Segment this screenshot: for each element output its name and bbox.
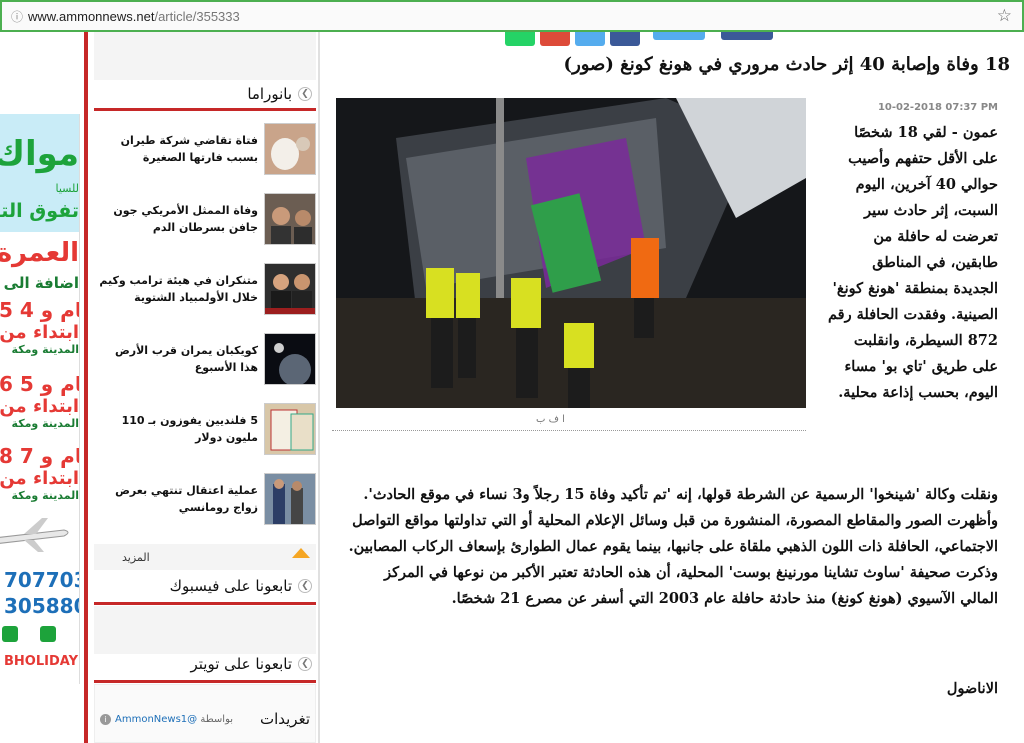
arrow-up-icon[interactable] <box>292 548 310 558</box>
article-source: الاناضول <box>946 680 998 697</box>
caption-divider <box>332 430 806 431</box>
news-item-title[interactable]: متنكران في هيئة ترامب وكيم خلال الأولمبي… <box>98 272 258 306</box>
airplane-icon <box>0 518 69 552</box>
whatsapp-share-icon[interactable] <box>505 32 535 46</box>
news-item[interactable]: متنكران في هيئة ترامب وكيم خلال الأولمبي… <box>94 258 316 320</box>
ad-offer-route: المدينة ومكة <box>11 343 79 356</box>
section-divider <box>94 108 316 111</box>
ad-offer-days: 6 ايام و 5 <box>0 372 79 396</box>
url-text[interactable]: www.ammonnews.net/article/355333 <box>28 9 240 24</box>
page-info-icon[interactable]: ⓘ <box>6 5 28 27</box>
facebook-like-button[interactable] <box>721 32 773 40</box>
ad-phone[interactable]: 305880 <box>4 594 79 618</box>
twitter-follow-label: تابعونا على تويتر <box>190 655 292 673</box>
whatsapp-icon[interactable] <box>2 626 18 642</box>
news-item[interactable]: عملية اعتقال تنتهي بعرض زواج رومانسي <box>94 468 316 530</box>
news-item[interactable]: فتاة تقاضي شركة طيران بسبب فارتها الصغير… <box>94 118 316 180</box>
more-label[interactable]: المزيد <box>122 551 150 564</box>
bookmark-star-icon[interactable]: ☆ <box>997 6 1012 26</box>
chevron-left-icon[interactable]: ❮ <box>298 657 312 671</box>
ad-offer-from: ابتداء من <box>0 396 79 417</box>
news-item-title[interactable]: وفاة الممثل الأمريكي جون جافن بسرطان الد… <box>98 202 258 236</box>
news-thumbnail[interactable] <box>264 123 316 175</box>
tweets-label: تغريدات <box>259 710 310 728</box>
ad-addition: اضافة الى <box>3 274 79 292</box>
news-item-title[interactable]: 5 فلنديين يفوزون بـ 110 مليون دولار <box>98 412 258 446</box>
news-item-title[interactable]: عملية اعتقال تنتهي بعرض زواج رومانسي <box>98 482 258 516</box>
google-plus-share-icon[interactable] <box>540 32 570 46</box>
more-button[interactable]: المزيد <box>94 544 316 570</box>
ad-brand: مواك <box>0 134 79 174</box>
article-photo[interactable] <box>336 98 806 408</box>
instagram-icon[interactable] <box>40 626 56 642</box>
url-host: www.ammonnews.net <box>28 8 155 24</box>
facebook-share-icon[interactable] <box>610 32 640 46</box>
ad-phone[interactable]: 707703 <box>4 568 79 592</box>
news-thumbnail[interactable] <box>264 333 316 385</box>
twitter-account-link[interactable]: @AmmonNews1 <box>115 714 197 725</box>
column-divider <box>318 32 320 743</box>
panorama-label: بانوراما <box>247 85 292 103</box>
browser-address-bar[interactable]: ⓘ www.ammonnews.net/article/355333 ☆ <box>0 0 1024 32</box>
article-intro: عمون - لقي 18 شخصًا على الأقل حتفهم وأصي… <box>828 124 998 401</box>
facebook-follow-header[interactable]: تابعونا على فيسبوك ❮ <box>94 572 316 600</box>
tweets-by[interactable]: بواسطة @AmmonNews1 i <box>100 713 234 725</box>
ad-offer: 8 ايام و 7 ابتداء من المدينة ومكة <box>0 444 79 502</box>
tweets-by-label: بواسطة <box>200 713 234 725</box>
article-date: 10-02-2018 07:37 PM <box>877 102 998 113</box>
section-divider <box>94 602 316 605</box>
ad-slogan: تفوق التو <box>0 200 79 222</box>
ad-offer: 6 ايام و 5 ابتداء من المدينة ومكة <box>0 372 79 430</box>
page-frame-border <box>84 32 88 743</box>
chevron-left-icon[interactable]: ❮ <box>298 87 312 101</box>
ad-offer-route: المدينة ومكة <box>11 489 79 502</box>
ad-offer: 5 ايام و 4 ابتداء من المدينة ومكة <box>0 298 79 356</box>
news-item[interactable]: كويكبان يمران قرب الأرض هذا الأسبوع <box>94 328 316 390</box>
news-item-title[interactable]: فتاة تقاضي شركة طيران بسبب فارتها الصغير… <box>98 132 258 166</box>
chevron-left-icon[interactable]: ❮ <box>298 579 312 593</box>
ad-offer-days: 8 ايام و 7 <box>0 444 79 468</box>
tweets-header[interactable]: تغريدات بواسطة @AmmonNews1 i <box>94 704 316 734</box>
photo-caption: ا ف ب <box>536 414 565 425</box>
twitter-share-icon[interactable] <box>575 32 605 46</box>
ad-holidays: BHOLIDAYS <box>4 654 80 669</box>
ad-offer-from: ابتداء من <box>0 468 79 489</box>
sidebar-top-box <box>94 32 316 80</box>
news-thumbnail[interactable] <box>264 193 316 245</box>
article-body: ونقلت وكالة 'شينخوا' الرسمية عن الشرطة ق… <box>348 486 998 607</box>
sidebar: بانوراما ❮ فتاة تقاضي شركة طيران بسبب فا… <box>92 32 316 743</box>
info-icon[interactable]: i <box>100 713 111 725</box>
article-title: 18 وفاة وإصابة 40 إثر حادث مروري في هونغ… <box>563 54 1010 75</box>
news-item[interactable]: 5 فلنديين يفوزون بـ 110 مليون دولار <box>94 398 316 460</box>
travel-advertisement[interactable]: مواك للسيا تفوق التو العمرة اضافة الى 5 … <box>0 114 80 684</box>
news-thumbnail[interactable] <box>264 263 316 315</box>
panorama-header[interactable]: بانوراما ❮ <box>94 80 316 108</box>
news-item-title[interactable]: كويكبان يمران قرب الأرض هذا الأسبوع <box>98 342 258 376</box>
share-buttons <box>505 32 773 46</box>
facebook-follow-label: تابعونا على فيسبوك <box>169 577 292 595</box>
news-item[interactable]: وفاة الممثل الأمريكي جون جافن بسرطان الد… <box>94 188 316 250</box>
ad-offer-days: 5 ايام و 4 <box>0 298 79 322</box>
ad-umrah: العمرة <box>0 238 79 268</box>
ad-offer-from: ابتداء من <box>0 322 79 343</box>
ad-offer-route: المدينة ومكة <box>11 417 79 430</box>
article: 18 وفاة وإصابة 40 إثر حادث مروري في هونغ… <box>330 32 1024 743</box>
twitter-follow-header[interactable]: تابعونا على تويتر ❮ <box>94 650 316 678</box>
tweet-count-button[interactable] <box>653 32 705 40</box>
facebook-widget <box>94 606 316 654</box>
news-thumbnail[interactable] <box>264 473 316 525</box>
news-thumbnail[interactable] <box>264 403 316 455</box>
section-divider <box>94 680 316 683</box>
url-path: /article/355333 <box>154 8 240 24</box>
ad-tagline: للسيا <box>55 182 79 195</box>
